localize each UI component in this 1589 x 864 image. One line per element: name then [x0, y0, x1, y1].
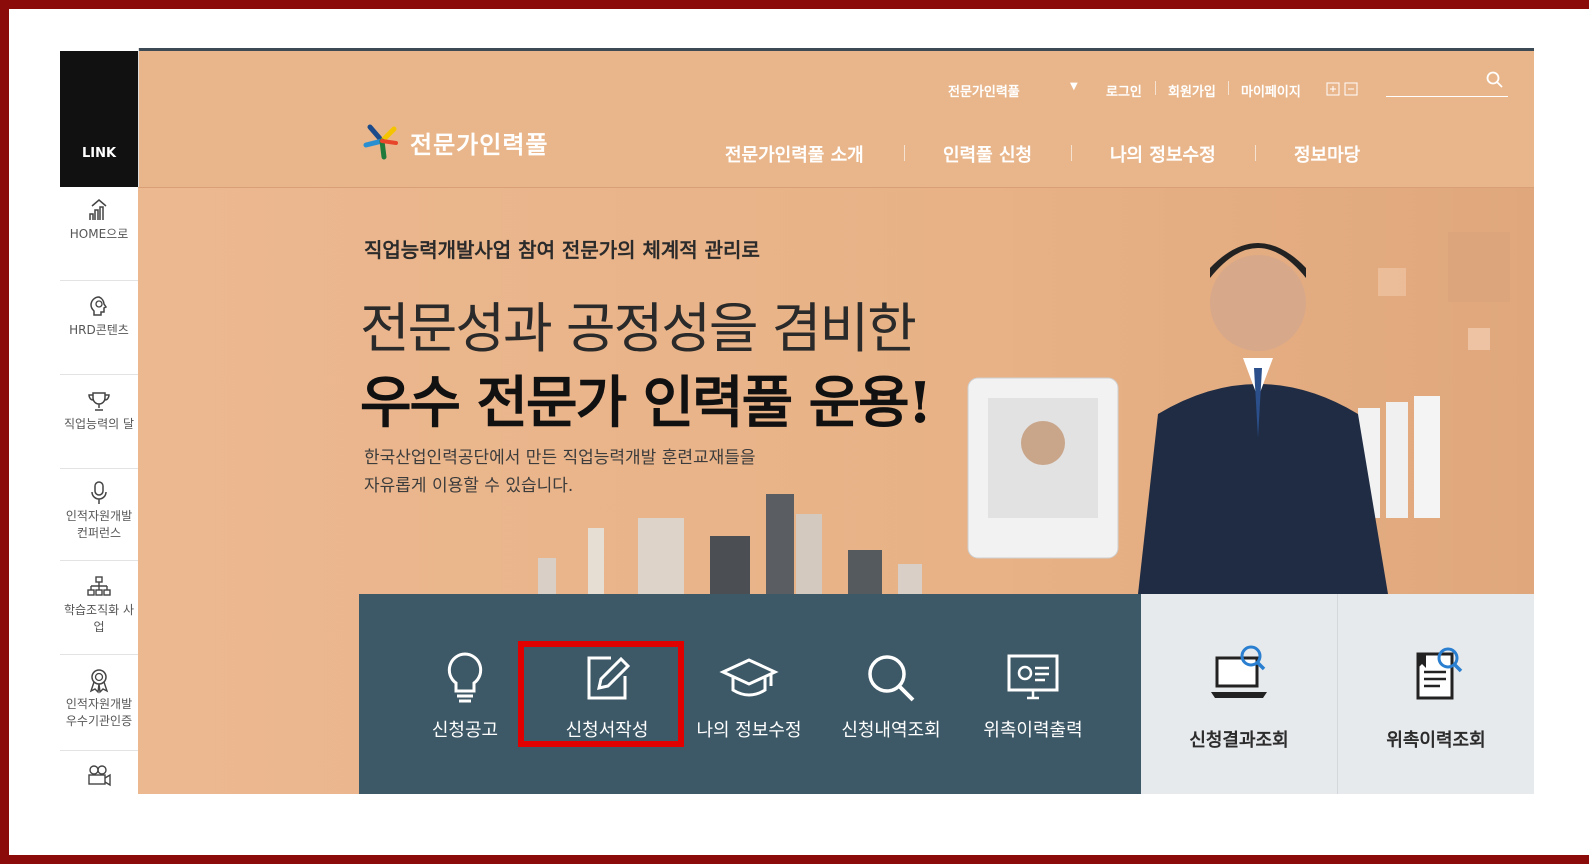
sidebar-item-hrd-contents[interactable]: HRD콘텐츠 — [60, 294, 138, 375]
right-item-label: 위촉이력조회 — [1338, 726, 1534, 752]
video-camera-icon — [86, 762, 112, 788]
mypage-link[interactable]: 마이페이지 — [1241, 81, 1301, 100]
login-link[interactable]: 로그인 — [1106, 81, 1142, 100]
sidebar-item-learning-org[interactable]: 학습조직화 사업 — [60, 574, 138, 655]
home-chart-icon — [86, 198, 112, 224]
sidebar-item-label: HRD콘텐츠 — [69, 323, 129, 337]
laptop-search-icon — [1207, 642, 1271, 706]
search-icon — [861, 648, 921, 708]
sidebar-item-label: HOME으로 — [70, 227, 129, 241]
sidebar-item-skills-month[interactable]: 직업능력의 달 — [60, 388, 138, 469]
nav-item-edit-info[interactable]: 나의 정보수정 — [1110, 141, 1216, 167]
quick-item-label: 위촉이력출력 — [963, 716, 1103, 742]
hero-headline-2: 우수 전문가 인력풀 운용! — [360, 358, 930, 439]
sidebar-title: LINK — [60, 51, 138, 187]
right-item-appointment-history[interactable]: 위촉이력조회 — [1338, 594, 1534, 794]
sidebar-item-video[interactable] — [60, 762, 138, 794]
head-lightbulb-icon — [86, 294, 112, 320]
site-select-dropdown[interactable]: 전문가인력풀 — [948, 81, 1020, 100]
quick-item-history[interactable]: 신청내역조회 — [821, 594, 961, 794]
chevron-down-icon[interactable]: ▼ — [1070, 81, 1078, 92]
divider — [1255, 145, 1256, 161]
search-input[interactable] — [1386, 96, 1508, 97]
monitor-icon — [1003, 648, 1063, 708]
search-icon[interactable] — [1486, 71, 1504, 89]
sidebar-item-label: 학습조직화 사업 — [64, 603, 134, 634]
sidebar-item-hrd-certification[interactable]: 인적자원개발 우수기관인증 — [60, 668, 138, 751]
sidebar-item-hrd-conference[interactable]: 인적자원개발 컨퍼런스 — [60, 480, 138, 561]
microphone-icon — [86, 480, 112, 506]
decorative-square — [1448, 232, 1510, 302]
site-logo[interactable]: 전문가인력풀 — [410, 125, 548, 160]
hero-headline-1: 전문성과 공정성을 겸비한 — [360, 284, 915, 363]
nav-item-info-board[interactable]: 정보마당 — [1294, 141, 1360, 167]
divider — [1071, 145, 1072, 161]
divider — [1228, 81, 1229, 95]
zoom-in-icon[interactable] — [1326, 82, 1340, 96]
sidebar-item-label: 인적자원개발 우수기관인증 — [66, 697, 132, 728]
quick-item-label: 신청내역조회 — [821, 716, 961, 742]
quick-item-print[interactable]: 위촉이력출력 — [963, 594, 1103, 794]
award-ribbon-icon — [86, 668, 112, 694]
sidebar-item-home[interactable]: HOME으로 — [60, 198, 138, 281]
divider — [1155, 81, 1156, 95]
professional-man-image — [958, 208, 1478, 594]
logo-star-icon — [362, 121, 402, 161]
hero-subtitle: 직업능력개발사업 참여 전문가의 체계적 관리로 — [364, 234, 760, 263]
zoom-out-icon[interactable] — [1344, 82, 1358, 96]
highlight-box — [518, 641, 684, 747]
graduation-cap-icon — [719, 648, 779, 708]
sidebar-item-label: 인적자원개발 컨퍼런스 — [66, 509, 132, 540]
trophy-icon — [86, 388, 112, 414]
quick-item-label: 나의 정보수정 — [679, 716, 819, 742]
quick-item-edit-info[interactable]: 나의 정보수정 — [679, 594, 819, 794]
browser-viewport: LINK HOME으로 HRD콘텐츠 직업능력의 달 인적자원개발 컨퍼런스 학… — [60, 48, 1534, 794]
quick-item-notice[interactable]: 신청공고 — [395, 594, 535, 794]
lightbulb-icon — [435, 648, 495, 708]
nav-item-intro[interactable]: 전문가인력풀 소개 — [725, 141, 864, 167]
city-skyline-image — [498, 488, 978, 598]
decorative-square — [1378, 268, 1406, 296]
org-chart-icon — [86, 574, 112, 600]
hero-desc-line: 한국산업인력공단에서 만든 직업능력개발 훈련교재들을 — [364, 444, 804, 472]
divider — [904, 145, 905, 161]
right-item-label: 신청결과조회 — [1141, 726, 1337, 752]
right-item-result[interactable]: 신청결과조회 — [1141, 594, 1338, 794]
link-sidebar: LINK HOME으로 HRD콘텐츠 직업능력의 달 인적자원개발 컨퍼런스 학… — [60, 48, 139, 794]
quick-item-label: 신청공고 — [395, 716, 535, 742]
signup-link[interactable]: 회원가입 — [1168, 81, 1216, 100]
sidebar-item-label: 직업능력의 달 — [64, 417, 134, 431]
decorative-square — [1468, 328, 1490, 350]
quick-menu: 신청공고 신청서작성 나의 정보수정 신청내역조회 위촉이력출력 — [359, 594, 1141, 794]
document-search-icon — [1404, 642, 1468, 706]
site-header: 전문가인력풀 ▼ 로그인 회원가입 마이페이지 전문가인력풀 전문가인력풀 소개… — [138, 51, 1534, 188]
nav-item-apply[interactable]: 인력풀 신청 — [943, 141, 1032, 167]
